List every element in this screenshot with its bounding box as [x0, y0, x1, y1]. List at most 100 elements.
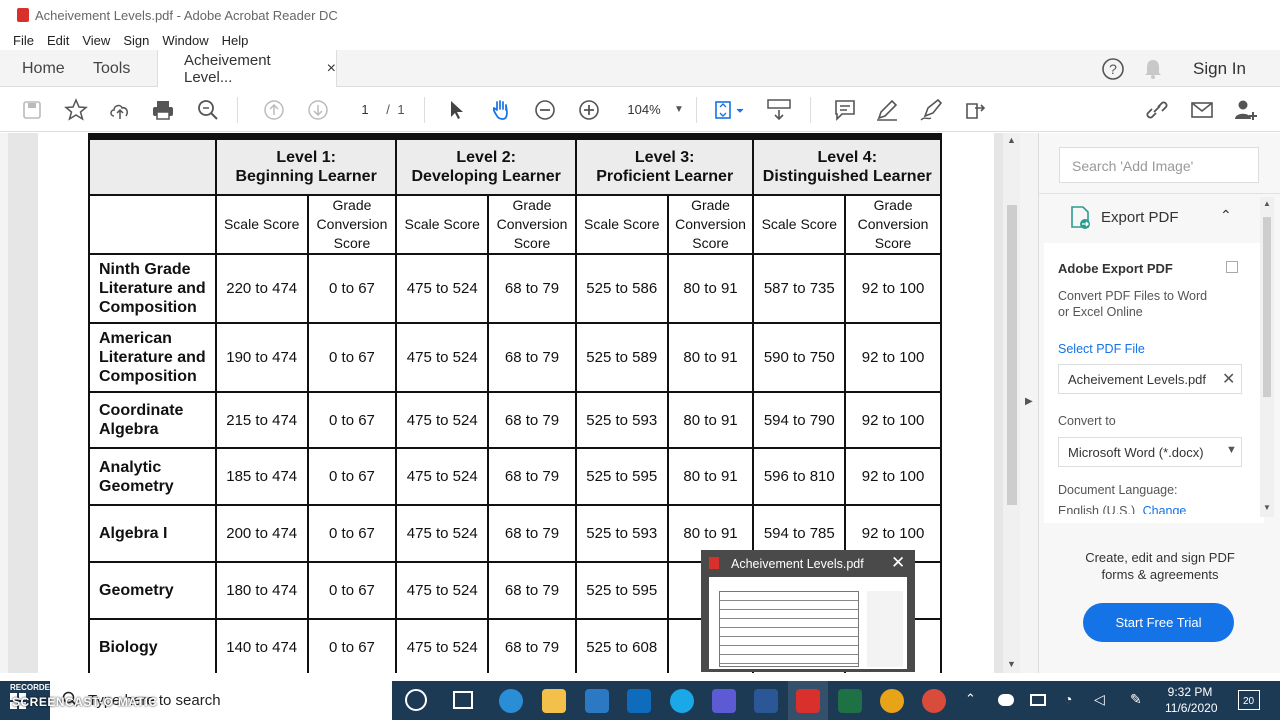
popup-title: Acheivement Levels.pdf [731, 557, 864, 571]
score-cell: 0 to 67 [306, 504, 398, 563]
document-scrollbar[interactable]: ▲ ▼ [1003, 133, 1020, 673]
star-icon[interactable] [63, 87, 89, 132]
battery-icon[interactable] [1030, 694, 1046, 706]
excel-icon[interactable] [838, 689, 862, 713]
tools-search-input[interactable]: Search 'Add Image' [1059, 147, 1259, 183]
subject-cell: Ninth Grade Literature and Composition [88, 253, 217, 324]
onedrive-icon[interactable] [998, 694, 1014, 706]
tab-tools[interactable]: Tools [93, 50, 130, 87]
add-user-icon[interactable] [1232, 87, 1260, 132]
table-corner-cell [88, 138, 217, 196]
help-icon[interactable]: ? [1101, 50, 1125, 87]
clear-file-icon[interactable]: ✕ [1222, 369, 1235, 389]
chrome-icon[interactable] [880, 689, 904, 713]
zoom-out-icon[interactable] [532, 87, 558, 132]
selected-file-field[interactable]: Acheivement Levels.pdf ✕ [1058, 364, 1242, 394]
change-language-link[interactable]: Change [1143, 504, 1187, 514]
scroll-down-icon[interactable]: ▼ [1007, 659, 1016, 669]
wifi-icon[interactable]: ◔ [1064, 691, 1072, 707]
score-cell: 92 to 100 [844, 447, 942, 506]
task-view-icon[interactable] [453, 691, 473, 709]
save-icon[interactable] [20, 87, 44, 132]
print-icon[interactable] [150, 87, 176, 132]
popup-preview-image [709, 577, 907, 669]
outlook-icon[interactable] [627, 689, 651, 713]
score-cell: 0 to 67 [306, 618, 398, 673]
page-separator: / [386, 102, 390, 117]
edge-icon[interactable] [499, 689, 523, 713]
menu-sign[interactable]: Sign [123, 33, 149, 48]
skype-icon[interactable] [670, 689, 694, 713]
email-icon[interactable] [1189, 87, 1215, 132]
language-row: English (U.S.) Change [1058, 504, 1186, 514]
volume-icon[interactable]: ◁ [1094, 691, 1105, 708]
select-file-link[interactable]: Select PDF File [1058, 342, 1145, 356]
recorder-icon[interactable] [922, 689, 946, 713]
score-cell: 185 to 474 [214, 447, 309, 506]
popup-close-icon[interactable]: ✕ [891, 553, 905, 573]
cortana-icon[interactable] [405, 689, 427, 711]
fit-page-icon[interactable] [710, 87, 746, 132]
panel-scroll-up-icon[interactable]: ▲ [1263, 199, 1271, 208]
menu-window[interactable]: Window [162, 33, 208, 48]
title-bar: Acheivement Levels.pdf - Adobe Acrobat R… [0, 0, 1280, 30]
score-cell: 0 to 67 [306, 391, 398, 449]
scroll-up-icon[interactable]: ▲ [1007, 135, 1016, 145]
scroll-mode-icon[interactable] [765, 87, 793, 132]
sign-in-button[interactable]: Sign In [1193, 50, 1246, 87]
panel-scroll-down-icon[interactable]: ▼ [1263, 503, 1271, 512]
subheader-empty-cell [88, 194, 217, 255]
zoom-search-icon[interactable] [195, 87, 221, 132]
highlight-pen-icon[interactable] [874, 87, 900, 132]
scrollbar-thumb[interactable] [1007, 205, 1017, 505]
teams-icon[interactable] [712, 689, 736, 713]
clock[interactable]: 9:32 PM 11/6/2020 [1165, 684, 1218, 716]
start-free-trial-button[interactable]: Start Free Trial [1083, 603, 1234, 642]
zoom-level[interactable]: 104% [624, 87, 664, 132]
export-pdf-title[interactable]: Export PDF [1101, 209, 1179, 226]
menu-edit[interactable]: Edit [47, 33, 69, 48]
menu-view[interactable]: View [82, 33, 110, 48]
next-page-icon[interactable] [305, 87, 331, 132]
score-cell: 80 to 91 [666, 322, 755, 393]
draw-sign-icon[interactable] [918, 87, 944, 132]
panel-scrollbar[interactable]: ▲ ▼ [1260, 197, 1274, 517]
copy-icon[interactable] [1226, 261, 1238, 273]
tray-chevron-icon[interactable]: ⌃ [965, 691, 976, 707]
file-explorer-icon[interactable] [542, 689, 566, 713]
subject-cell: Algebra I [88, 504, 217, 563]
comment-icon[interactable] [832, 87, 858, 132]
word-icon[interactable] [754, 689, 778, 713]
zoom-dropdown-icon[interactable]: ▼ [672, 87, 686, 132]
language-value: English (U.S.) [1058, 504, 1136, 514]
page-number-input[interactable]: 1 [350, 87, 380, 132]
menu-file[interactable]: File [13, 33, 34, 48]
score-cell: 594 to 790 [752, 391, 847, 449]
store-icon[interactable] [585, 689, 609, 713]
bell-icon[interactable] [1143, 50, 1163, 87]
grade-conversion-header: Grade Conversion Score [306, 194, 398, 255]
cloud-upload-icon[interactable] [107, 87, 133, 132]
select-cursor-icon[interactable] [445, 87, 469, 132]
link-icon[interactable] [1144, 87, 1170, 132]
share-edit-icon[interactable] [962, 87, 988, 132]
format-select[interactable]: Microsoft Word (*.docx) ▼ [1058, 437, 1242, 467]
tab-close-icon[interactable]: × [327, 60, 336, 78]
pen-icon[interactable]: ✎ [1130, 691, 1142, 708]
panel-scroll-thumb[interactable] [1263, 217, 1271, 397]
prev-page-icon[interactable] [261, 87, 287, 132]
tab-document[interactable]: Acheivement Level... × [157, 50, 337, 88]
hand-tool-icon[interactable] [487, 87, 515, 132]
tab-home[interactable]: Home [22, 50, 65, 87]
score-cell: 0 to 67 [306, 322, 398, 393]
zoom-in-icon[interactable] [576, 87, 602, 132]
collapse-right-panel-icon[interactable]: ▶ [1025, 396, 1033, 407]
collapse-export-icon[interactable]: ⌃ [1220, 207, 1232, 224]
svg-text:?: ? [1109, 61, 1117, 77]
menu-help[interactable]: Help [222, 33, 249, 48]
notification-icon[interactable]: 20 [1238, 690, 1260, 710]
score-cell: 92 to 100 [844, 253, 942, 324]
taskbar-thumbnail-popup[interactable]: Acheivement Levels.pdf ✕ [701, 550, 915, 672]
grade-conversion-header: Grade Conversion Score [666, 194, 755, 255]
windows-taskbar: RECORDED WITH Type here to search SCREEN… [0, 681, 1280, 720]
